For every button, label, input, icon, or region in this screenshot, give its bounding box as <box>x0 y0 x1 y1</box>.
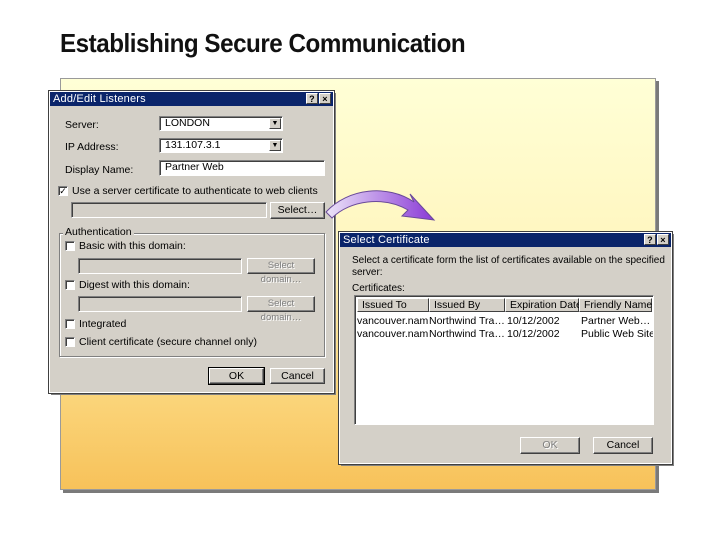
basic-label: Basic with this domain: <box>79 240 186 252</box>
cell-issued-to: vancouver.nam… <box>357 328 429 340</box>
certificates-list[interactable]: Issued To Issued By Expiration Date Frie… <box>354 295 654 425</box>
certificate-field <box>71 202 267 218</box>
client-cert-label: Client certificate (secure channel only) <box>79 336 257 348</box>
column-header-issued-to[interactable]: Issued To <box>357 298 429 312</box>
cell-expiration-date: 10/12/2002 <box>507 328 560 340</box>
slide-title: Establishing Secure Communication <box>60 28 466 58</box>
integrated-label: Integrated <box>79 318 127 330</box>
select-certificate-button[interactable]: Select… <box>270 202 325 219</box>
basic-domain-field <box>78 258 242 274</box>
use-cert-checkbox[interactable]: ✓ <box>58 186 68 196</box>
cell-issued-by: Northwind Tra… <box>429 328 505 340</box>
server-label: Server: <box>65 119 99 131</box>
table-row[interactable]: vancouver.nam… Northwind Tra… 10/12/2002… <box>357 328 653 341</box>
authentication-group-label: Authentication <box>63 226 134 238</box>
add-edit-listeners-dialog: Add/Edit Listeners ? × Server: LONDON ▼ … <box>48 90 335 394</box>
digest-domain-field <box>78 296 242 312</box>
column-header-issued-by[interactable]: Issued By <box>429 298 505 312</box>
cert-title: Select Certificate <box>343 234 430 246</box>
digest-checkbox[interactable] <box>65 280 75 290</box>
listeners-title: Add/Edit Listeners <box>53 93 146 105</box>
close-icon[interactable]: × <box>319 93 331 104</box>
cell-friendly-name: Public Web Site <box>581 328 653 340</box>
cert-cancel-button[interactable]: Cancel <box>593 437 653 454</box>
certificates-label: Certificates: <box>352 283 405 294</box>
column-header-expiration-date[interactable]: Expiration Date <box>505 298 582 312</box>
close-icon[interactable]: × <box>657 234 669 245</box>
help-icon[interactable]: ? <box>644 234 656 245</box>
cert-titlebar: Select Certificate ? × <box>340 233 671 247</box>
table-row[interactable]: vancouver.nam… Northwind Tra… 10/12/2002… <box>357 315 652 328</box>
curved-arrow-icon <box>325 190 436 221</box>
checkmark-icon: ✓ <box>59 186 67 196</box>
ip-address-dropdown[interactable]: 131.107.3.1 ▼ <box>159 138 283 153</box>
display-name-input[interactable]: Partner Web <box>159 160 325 176</box>
server-dropdown[interactable]: LONDON ▼ <box>159 116 283 131</box>
cert-instructions-line1: Select a certificate form the list of ce… <box>352 255 665 266</box>
listeners-titlebar: Add/Edit Listeners ? × <box>50 92 333 106</box>
dropdown-arrow-icon[interactable]: ▼ <box>269 118 281 129</box>
select-certificate-dialog: Select Certificate ? × Select a certific… <box>338 231 673 465</box>
cell-issued-to: vancouver.nam… <box>357 315 429 327</box>
cell-friendly-name: Partner Web… <box>581 315 651 327</box>
cert-instructions-line2: server: <box>352 267 383 278</box>
listeners-ok-button[interactable]: OK <box>208 367 265 385</box>
cert-ok-button[interactable]: OK <box>520 437 580 454</box>
column-header-friendly-name[interactable]: Friendly Name <box>579 298 652 312</box>
digest-select-domain-button[interactable]: Select domain… <box>247 296 315 323</box>
basic-select-domain-button[interactable]: Select domain… <box>247 258 315 285</box>
cell-expiration-date: 10/12/2002 <box>507 315 560 327</box>
display-name-value: Partner Web <box>165 161 224 173</box>
client-cert-checkbox[interactable] <box>65 337 75 347</box>
integrated-checkbox[interactable] <box>65 319 75 329</box>
ip-address-label: IP Address: <box>65 141 119 153</box>
cell-issued-by: Northwind Tra… <box>429 315 505 327</box>
display-name-label: Display Name: <box>65 164 134 176</box>
server-value: LONDON <box>165 117 210 129</box>
use-cert-label: Use a server certificate to authenticate… <box>72 185 318 197</box>
dropdown-arrow-icon[interactable]: ▼ <box>269 140 281 151</box>
help-icon[interactable]: ? <box>306 93 318 104</box>
listeners-cancel-button[interactable]: Cancel <box>270 368 325 384</box>
digest-label: Digest with this domain: <box>79 279 190 291</box>
ip-address-value: 131.107.3.1 <box>165 139 221 151</box>
basic-checkbox[interactable] <box>65 241 75 251</box>
